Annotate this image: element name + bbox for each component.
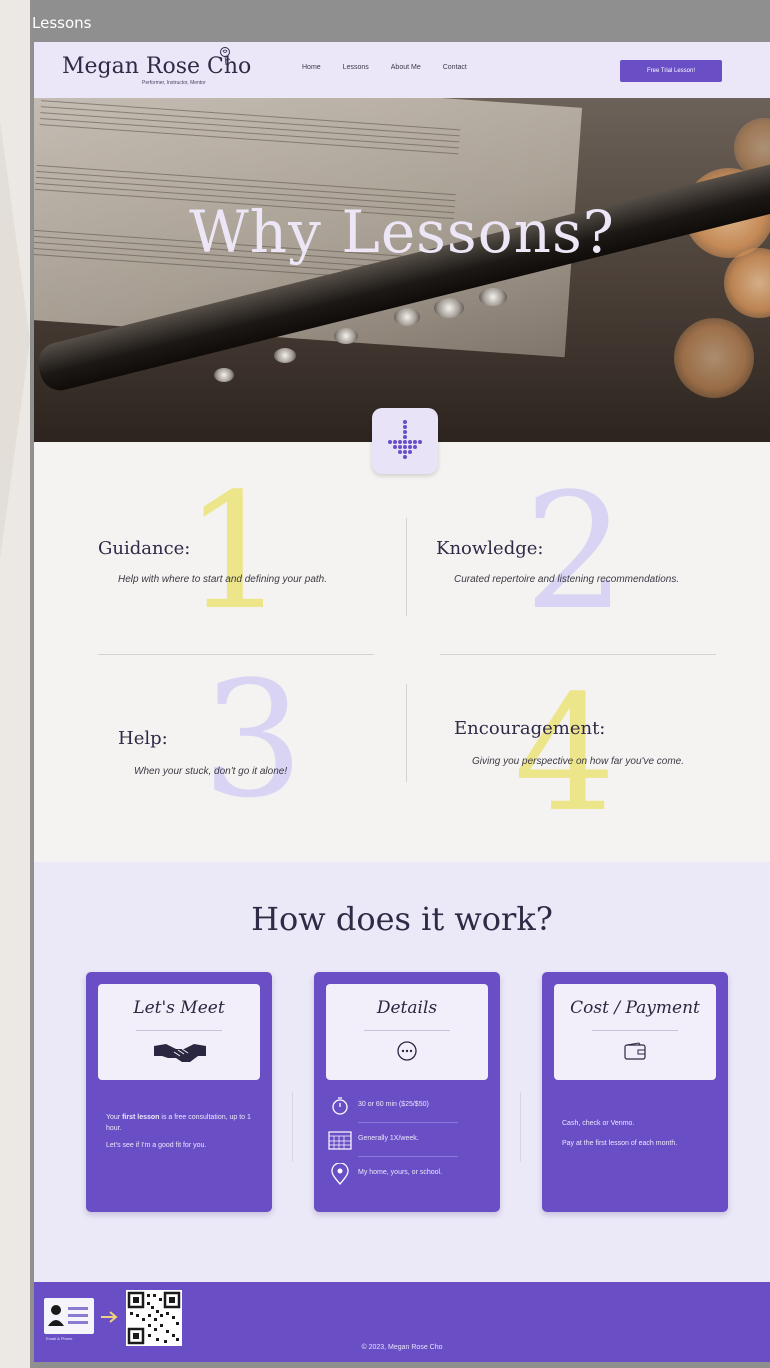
reason-desc-guidance: Help with where to start and defining yo… — [118, 574, 328, 585]
reason-title-guidance: Guidance: — [98, 538, 191, 559]
browser-frame: Lessons Megan Rose Cho Performer, Instru… — [30, 0, 770, 1368]
numeral-3: 3 — [202, 646, 304, 833]
qr-code-icon — [127, 1291, 181, 1345]
hero-image: Why Lessons? — [34, 98, 770, 442]
nav-contact[interactable]: Contact — [443, 64, 467, 71]
card-text-cost-1: Cash, check or Venmo. — [562, 1120, 635, 1127]
window-title: Lessons — [32, 14, 92, 32]
free-trial-lesson-button[interactable]: Free Trial Lesson! — [620, 60, 722, 82]
location-pin-icon — [331, 1163, 349, 1185]
card-title-cost-payment: Cost / Payment — [570, 998, 700, 1018]
card-title-details: Details — [376, 998, 438, 1018]
ellipsis-circle-icon — [397, 1041, 417, 1061]
how-it-works-section: How does it work? Let's Meet Your first … — [34, 862, 770, 1282]
main-nav: Home Lessons About Me Contact — [302, 64, 489, 71]
detail-duration: 30 or 60 min ($25/$50) — [326, 1094, 486, 1118]
rose-icon — [220, 47, 231, 66]
how-it-works-title: How does it work? — [251, 900, 553, 938]
card-text-lets-meet-2: Let's see if I'm a good fit for you. — [106, 1142, 207, 1149]
detail-location: My home, yours, or school. — [326, 1162, 486, 1186]
card-lets-meet: Let's Meet Your first lesson is a free c… — [86, 972, 272, 1212]
card-text-cost-2: Pay at the first lesson of each month. — [562, 1140, 678, 1147]
nav-about-me[interactable]: About Me — [391, 64, 421, 71]
reason-title-knowledge: Knowledge: — [436, 538, 544, 559]
background-shape — [0, 120, 30, 560]
reason-title-encouragement: Encouragement: — [454, 718, 606, 739]
site-header: Megan Rose Cho Performer, Instructor, Me… — [34, 42, 770, 98]
nav-lessons[interactable]: Lessons — [343, 64, 369, 71]
page: Megan Rose Cho Performer, Instructor, Me… — [34, 42, 770, 1362]
stopwatch-icon — [332, 1097, 348, 1115]
hero-title: Why Lessons? — [189, 198, 615, 266]
nav-home[interactable]: Home — [302, 64, 321, 71]
site-footer: Email & Phone © 2023, Megan Rose Cho — [34, 1282, 770, 1362]
calendar-icon — [328, 1131, 352, 1150]
copyright-text: © 2023, Megan Rose Cho — [361, 1344, 443, 1351]
numeral-1: 1 — [184, 458, 286, 645]
qr-code[interactable] — [126, 1290, 182, 1346]
contact-label: Email & Phone — [46, 1336, 73, 1341]
wallet-icon — [624, 1042, 646, 1060]
card-details: Details 30 or 60 min ($25/$50) Generally… — [314, 972, 500, 1212]
arrow-right-icon — [101, 1311, 118, 1323]
site-tagline: Performer, Instructor, Mentor — [142, 80, 206, 86]
scroll-down-button[interactable] — [372, 408, 438, 474]
card-title-lets-meet: Let's Meet — [133, 998, 225, 1018]
reason-desc-knowledge: Curated repertoire and listening recomme… — [454, 574, 680, 585]
card-cost-payment: Cost / Payment Cash, check or Venmo. Pay… — [542, 972, 728, 1212]
reason-title-help: Help: — [118, 728, 168, 749]
reason-desc-encouragement: Giving you perspective on how far you've… — [472, 756, 685, 767]
detail-frequency: Generally 1X/week. — [326, 1128, 486, 1152]
contact-card-icon[interactable] — [44, 1298, 94, 1334]
reason-desc-help: When your stuck, don't go it alone! — [134, 766, 288, 777]
numeral-4: 4 — [514, 660, 616, 847]
handshake-icon — [154, 1044, 206, 1062]
arrow-down-icon — [388, 420, 422, 459]
id-card-icon — [48, 1305, 88, 1326]
